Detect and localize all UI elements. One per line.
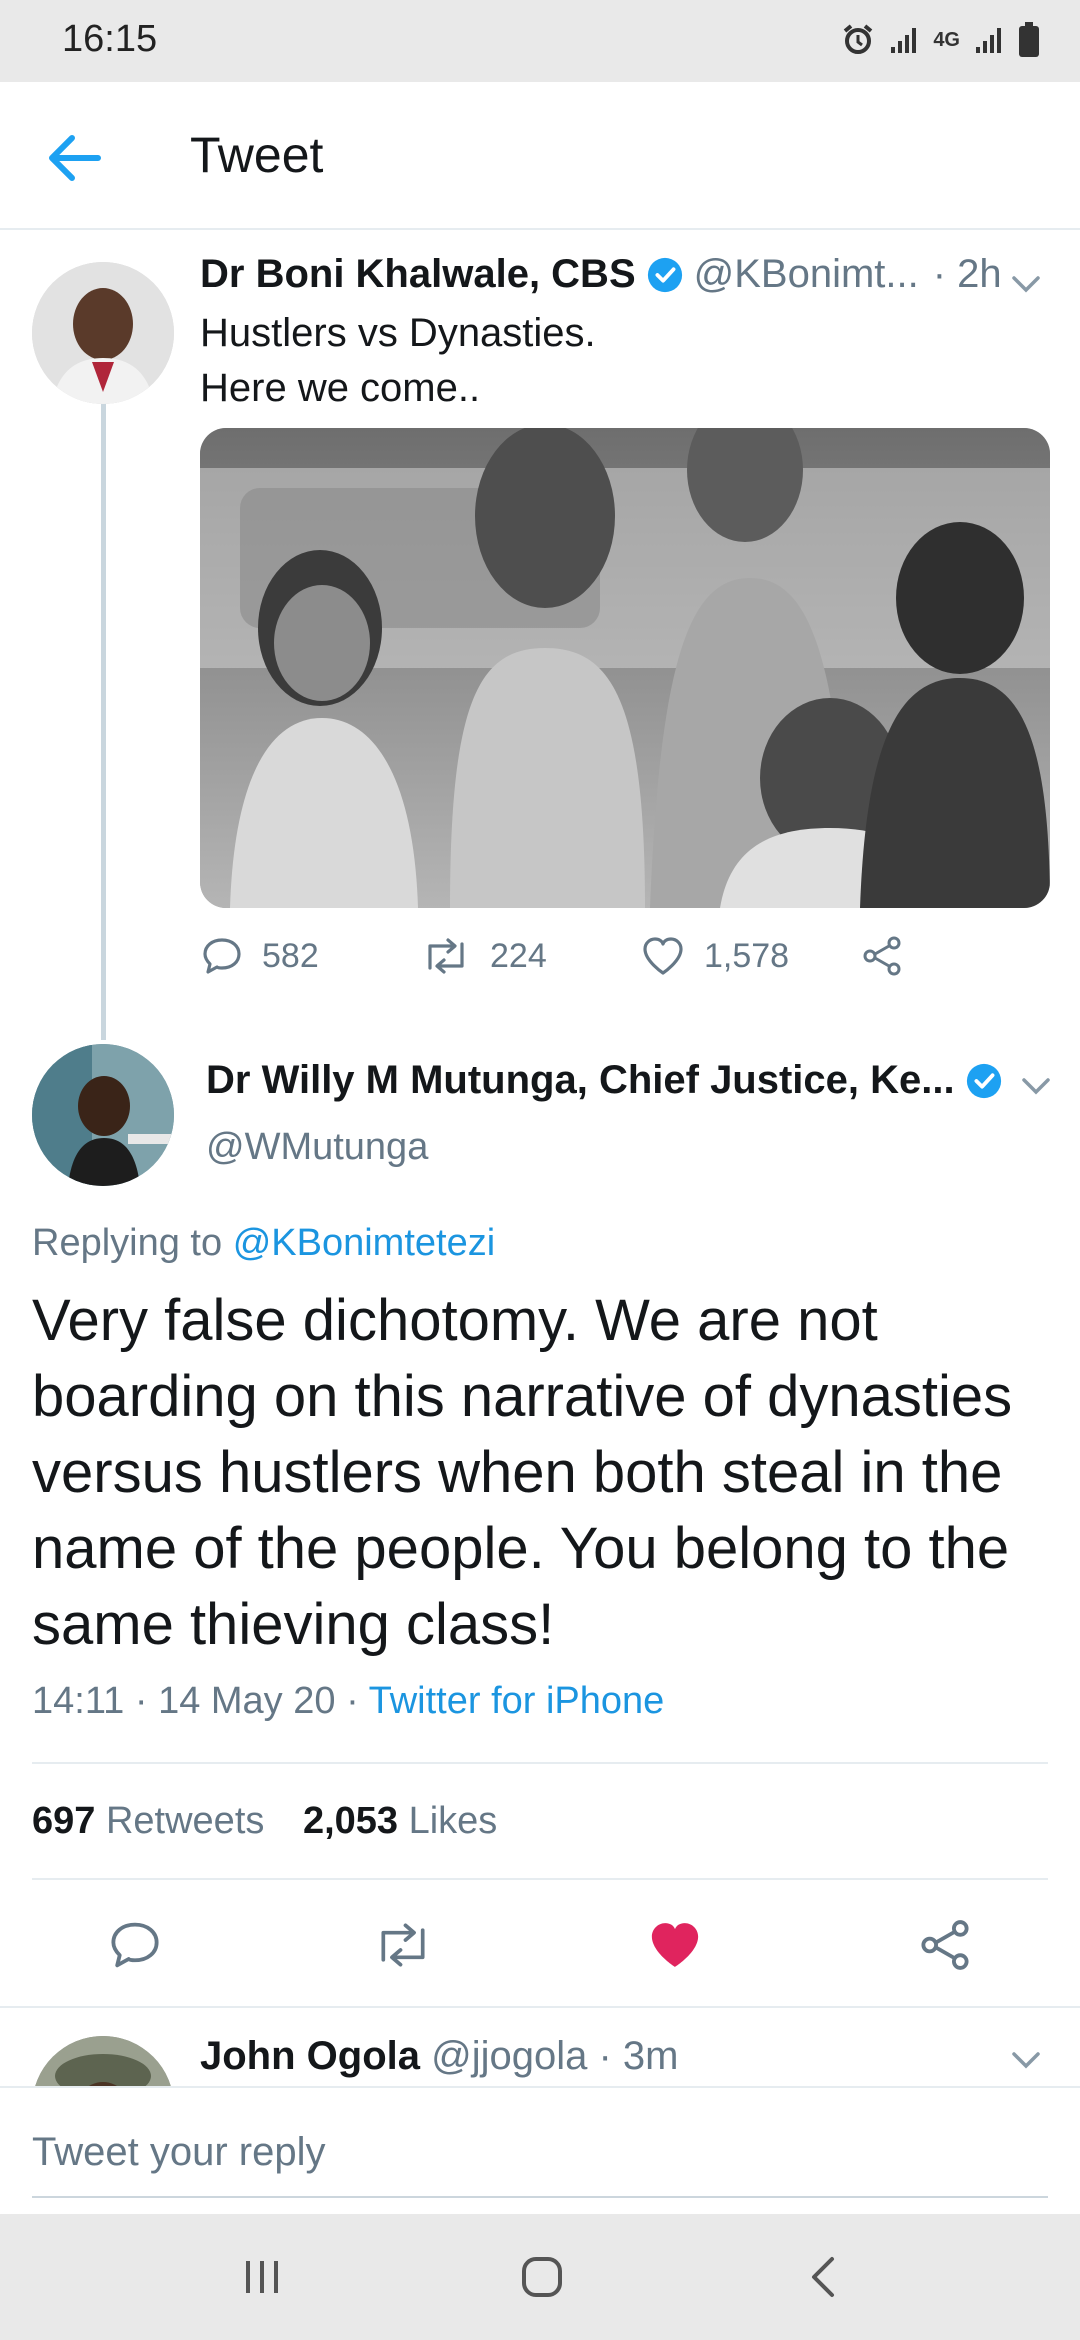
tweet-meta: 14:11 · 14 May 20 · Twitter for iPhone	[32, 1680, 664, 1723]
author-name[interactable]: John Ogola	[200, 2034, 420, 2078]
recent-apps-button[interactable]	[222, 2244, 302, 2310]
retweet-label: Retweets	[105, 1800, 265, 1842]
chevron-down-icon[interactable]	[1016, 1066, 1056, 1106]
author-name[interactable]: Dr Boni Khalwale, CBS	[200, 252, 636, 297]
retweets-stat[interactable]: 697 Retweets	[32, 1800, 264, 1842]
chevron-down-icon[interactable]	[1006, 2040, 1046, 2080]
tweet-header: Dr Willy M Mutunga, Chief Justice, Ke...	[206, 1058, 1013, 1103]
tweet-time: · 3m	[598, 2034, 679, 2078]
status-icons: 4G	[841, 22, 1040, 58]
arrow-left-icon	[49, 135, 101, 181]
share-icon	[921, 1920, 969, 1970]
separator: ·	[346, 1680, 369, 1722]
home-icon	[522, 2257, 562, 2297]
nav-back-button[interactable]	[784, 2244, 864, 2310]
reply-button[interactable]	[100, 1910, 170, 1980]
tweet-source-link[interactable]: Twitter for iPhone	[369, 1680, 665, 1722]
reply-count: 582	[262, 936, 319, 975]
replying-to-link[interactable]: @KBonimtetezi	[233, 1222, 495, 1264]
tweet-text: Hustlers vs Dynasties. Here we come..	[200, 306, 596, 416]
reply-composer	[0, 2086, 1080, 2214]
tweet-text: Very false dichotomy. We are not boardin…	[32, 1288, 1013, 1657]
like-button[interactable]	[640, 1910, 710, 1980]
reply-icon	[111, 1922, 159, 1968]
chevron-down-icon[interactable]	[1006, 264, 1046, 304]
divider	[0, 2006, 1080, 2008]
tweet-time: 14:11	[32, 1680, 125, 1722]
heart-filled-icon	[651, 1923, 699, 1967]
tweet-header: John Ogola @jjogola · 3m	[200, 2034, 679, 2079]
retweet-count: 224	[490, 936, 547, 975]
divider	[32, 1878, 1048, 1880]
back-button[interactable]	[40, 126, 110, 190]
reply-button[interactable]: 582	[200, 934, 319, 978]
thread-line	[101, 400, 106, 1040]
retweet-button[interactable]: 224	[420, 934, 547, 978]
author-handle[interactable]: @WMutunga	[206, 1126, 428, 1169]
author-name[interactable]: Dr Willy M Mutunga, Chief Justice, Ke...	[206, 1058, 955, 1103]
retweet-button[interactable]	[368, 1910, 438, 1980]
alarm-icon	[841, 23, 875, 57]
avatar[interactable]	[32, 1044, 174, 1186]
status-bar: 16:15 4G	[0, 0, 1080, 82]
status-time: 16:15	[62, 18, 158, 60]
signal-icon	[974, 25, 1004, 55]
likes-stat[interactable]: 2,053 Likes	[303, 1800, 497, 1842]
app-header: Tweet	[0, 82, 1080, 230]
separator: ·	[134, 1680, 159, 1722]
retweet-count: 697	[32, 1800, 96, 1842]
chevron-left-icon	[812, 2257, 834, 2297]
verified-badge-icon	[647, 257, 682, 292]
heart-icon	[643, 937, 683, 975]
tweet-stats: 697 Retweets 2,053 Likes	[32, 1800, 497, 1843]
system-nav-bar	[0, 2214, 1080, 2340]
tweet-actions	[0, 1910, 1080, 1980]
home-button[interactable]	[502, 2244, 582, 2310]
tweet-date: 14 May 20	[158, 1680, 336, 1722]
author-handle[interactable]: @KBonimt...	[694, 252, 919, 297]
battery-icon	[1018, 22, 1040, 58]
replying-to-label: Replying to	[32, 1222, 223, 1264]
share-button[interactable]	[910, 1910, 980, 1980]
like-count: 2,053	[302, 1800, 399, 1842]
verified-badge-icon	[966, 1063, 1001, 1098]
like-label: Likes	[408, 1800, 498, 1842]
retweet-icon	[381, 1923, 425, 1967]
tweet-text-line: Here we come..	[200, 366, 481, 410]
like-button[interactable]: 1,578	[640, 934, 789, 978]
tweet-time: · 2h	[932, 252, 1002, 296]
avatar[interactable]	[32, 262, 174, 404]
divider	[32, 1762, 1048, 1764]
share-icon	[863, 936, 901, 976]
retweet-icon	[428, 938, 464, 974]
tweet-header: Dr Boni Khalwale, CBS @KBonimt... · 2h	[200, 252, 1002, 297]
tweet-text-line: Hustlers vs Dynasties.	[200, 311, 596, 355]
tweet-photo[interactable]	[200, 428, 1050, 908]
like-count: 1,578	[704, 936, 790, 975]
replying-to: Replying to @KBonimtetezi	[32, 1222, 495, 1265]
4g-data-icon: 4G	[933, 29, 960, 51]
recent-apps-icon	[246, 2261, 278, 2293]
reply-input[interactable]	[32, 2108, 1048, 2198]
page-title: Tweet	[190, 127, 324, 183]
signal-icon	[889, 25, 919, 55]
share-button[interactable]	[860, 934, 904, 978]
author-handle[interactable]: @jjogola	[431, 2034, 587, 2078]
reply-icon	[203, 938, 241, 974]
